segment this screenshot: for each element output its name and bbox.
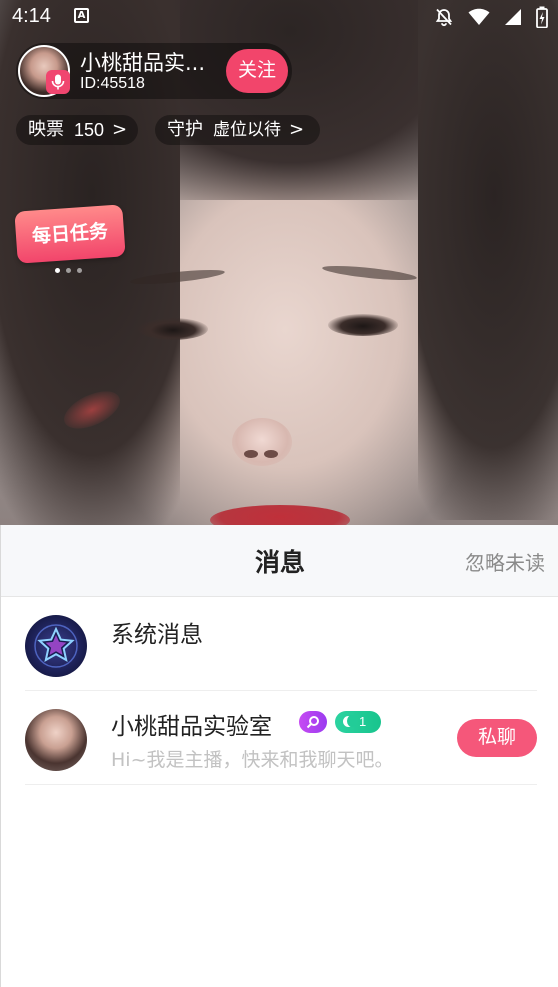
video-detail [264, 450, 278, 458]
mic-icon [46, 70, 70, 94]
signal-icon [505, 9, 521, 25]
search-badge-icon [299, 711, 327, 733]
level-badge: 1 [335, 711, 381, 733]
avatar[interactable] [25, 709, 87, 771]
message-preview: Hi~我是主播，快来和我聊天吧。 [111, 749, 394, 771]
ticket-value: 150 [74, 120, 105, 140]
system-avatar [25, 615, 87, 677]
guard-pill[interactable]: 守护 虚位以待 > [155, 115, 320, 145]
chevron-right-icon: > [289, 119, 305, 140]
chevron-right-icon: > [112, 119, 128, 140]
ticket-pill[interactable]: 映票 150 > [16, 115, 138, 145]
video-detail [244, 450, 258, 458]
video-detail [232, 418, 292, 466]
battery-charging-icon [536, 6, 548, 28]
daily-task-button[interactable]: 每日任务 [14, 204, 126, 264]
wifi-icon [468, 8, 490, 25]
private-chat-button[interactable]: 私聊 [457, 719, 537, 757]
carousel-dot [55, 268, 60, 273]
carousel-dot [77, 268, 82, 273]
video-detail [328, 314, 398, 336]
star-icon [34, 624, 78, 668]
guard-label: 守护 [167, 119, 203, 140]
status-time: 4:14 [12, 5, 51, 27]
list-item-name: 系统消息 [111, 622, 203, 648]
level-value: 1 [359, 714, 367, 729]
ignore-unread-button[interactable]: 忽略未读 [465, 547, 545, 576]
video-detail [210, 505, 350, 525]
list-item-system-message[interactable]: 系统消息 [25, 597, 537, 691]
status-icons [434, 6, 548, 28]
follow-button[interactable]: 关注 [226, 49, 288, 93]
video-detail [321, 263, 418, 283]
list-item-chat[interactable]: 小桃甜品实验室 1 Hi~我是主播，快来和我聊天吧。 私聊 [25, 691, 537, 785]
ticket-label: 映票 [28, 119, 64, 140]
host-name: 小桃甜品实... [80, 51, 206, 75]
sheet-header: 消息 忽略未读 [1, 525, 558, 597]
carousel-dot [66, 268, 71, 273]
status-bar: 4:14 A [0, 0, 558, 34]
video-detail [418, 0, 558, 520]
carousel-dots [55, 268, 82, 273]
mute-bell-icon [435, 8, 453, 27]
list-item-name: 小桃甜品实验室 [111, 714, 272, 740]
guard-value: 虚位以待 [213, 120, 281, 140]
host-id: ID:45518 [80, 75, 145, 92]
moon-icon [343, 715, 357, 727]
video-detail [138, 318, 208, 340]
notification-a-icon: A [74, 8, 89, 23]
message-sheet: 消息 忽略未读 系统消息 小桃甜品实验室 1 Hi~我是主播，快来和我聊天吧。 … [0, 525, 558, 987]
